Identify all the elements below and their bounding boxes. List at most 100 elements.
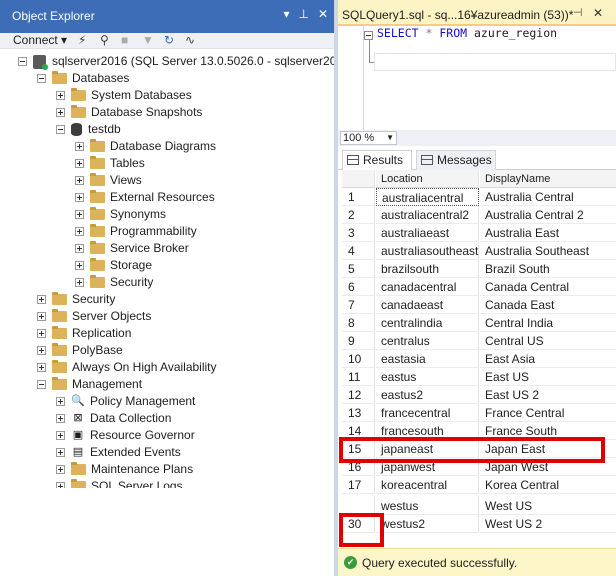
cell-displayname[interactable]: East US 2 bbox=[480, 386, 616, 404]
cell-displayname[interactable]: Australia East bbox=[480, 224, 616, 242]
row-number[interactable]: 5 bbox=[342, 260, 375, 278]
sql-code-line[interactable]: SELECT * FROM azure_region bbox=[377, 26, 557, 40]
row-number[interactable]: 1 bbox=[342, 188, 375, 206]
cell-location[interactable]: japanwest bbox=[376, 458, 479, 476]
table-row[interactable]: 5 brazilsouth Brazil South bbox=[342, 260, 616, 278]
cell-displayname[interactable]: Japan West bbox=[480, 458, 616, 476]
expand-icon[interactable] bbox=[37, 363, 46, 372]
filter-icon[interactable]: ▼ bbox=[142, 33, 154, 47]
stop-icon[interactable]: ■ bbox=[121, 33, 128, 47]
row-number[interactable]: 6 bbox=[342, 278, 375, 296]
cell-location[interactable]: australiasoutheast bbox=[376, 242, 479, 260]
zoom-select[interactable]: 100 % ▼ bbox=[340, 131, 397, 145]
tree-node[interactable]: 🔍 Policy Management bbox=[56, 393, 195, 410]
row-number-header[interactable] bbox=[342, 170, 375, 188]
expand-icon[interactable] bbox=[56, 448, 65, 457]
cell-location[interactable]: francecentral bbox=[376, 404, 479, 422]
cell-displayname[interactable]: Canada East bbox=[480, 296, 616, 314]
refresh-icon[interactable]: ↻ bbox=[164, 33, 174, 47]
tree-node[interactable]: Database Snapshots bbox=[56, 104, 202, 121]
cell-displayname[interactable]: Australia Southeast bbox=[480, 242, 616, 260]
row-number[interactable]: 3 bbox=[342, 224, 375, 242]
activity-icon[interactable]: ∿ bbox=[185, 33, 195, 47]
tree-node[interactable]: Server Objects bbox=[37, 308, 151, 325]
tree-node[interactable]: Views bbox=[75, 172, 142, 189]
column-header-displayname[interactable]: DisplayName bbox=[480, 170, 616, 188]
tree-node[interactable]: Replication bbox=[37, 325, 131, 342]
expand-icon[interactable] bbox=[75, 142, 84, 151]
row-number[interactable]: 2 bbox=[342, 206, 375, 224]
cell-displayname[interactable]: Australia Central 2 bbox=[480, 206, 616, 224]
expand-icon[interactable] bbox=[37, 329, 46, 338]
close-icon[interactable]: ✕ bbox=[593, 6, 603, 20]
table-row[interactable]: 9 centralus Central US bbox=[342, 332, 616, 350]
expand-icon[interactable] bbox=[75, 278, 84, 287]
row-number[interactable]: 9 bbox=[342, 332, 375, 350]
tree-node[interactable]: PolyBase bbox=[37, 342, 123, 359]
row-number[interactable]: 14 bbox=[342, 422, 375, 440]
cell-displayname[interactable]: West US bbox=[480, 497, 616, 515]
column-header-location[interactable]: Location bbox=[376, 170, 479, 188]
cell-displayname[interactable]: East US bbox=[480, 368, 616, 386]
table-row[interactable]: 12 eastus2 East US 2 bbox=[342, 386, 616, 404]
tree-node[interactable]: Storage bbox=[75, 257, 152, 274]
cell-location[interactable]: eastus bbox=[376, 368, 479, 386]
expand-icon[interactable] bbox=[37, 295, 46, 304]
collapse-icon[interactable] bbox=[37, 380, 46, 389]
tree-node[interactable]: Maintenance Plans bbox=[56, 461, 193, 478]
expand-icon[interactable] bbox=[75, 159, 84, 168]
row-number[interactable]: 30 bbox=[342, 515, 375, 533]
row-number[interactable]: 11 bbox=[342, 368, 375, 386]
row-number[interactable] bbox=[342, 497, 375, 515]
table-row[interactable]: 13 francecentral France Central bbox=[342, 404, 616, 422]
expand-icon[interactable] bbox=[75, 227, 84, 236]
tree-node[interactable]: Database Diagrams bbox=[75, 138, 216, 155]
pin-icon[interactable]: ⊥ bbox=[298, 7, 308, 21]
cell-location[interactable]: westus2 bbox=[376, 515, 479, 533]
row-number[interactable]: 4 bbox=[342, 242, 375, 260]
row-number[interactable]: 16 bbox=[342, 458, 375, 476]
tree-node[interactable]: Security bbox=[37, 291, 115, 308]
tree-node[interactable]: ▤ Extended Events bbox=[56, 444, 181, 461]
table-row[interactable]: 3 australiaeast Australia East bbox=[342, 224, 616, 242]
close-icon[interactable]: ✕ bbox=[318, 7, 328, 21]
tree-node[interactable]: ▣ Resource Governor bbox=[56, 427, 195, 444]
disconnect-icon[interactable]: ⚲ bbox=[100, 33, 109, 47]
table-row[interactable]: 17 koreacentral Korea Central bbox=[342, 476, 616, 494]
expand-icon[interactable] bbox=[37, 346, 46, 355]
collapse-icon[interactable] bbox=[18, 57, 27, 66]
collapse-icon[interactable] bbox=[56, 125, 65, 134]
expand-icon[interactable] bbox=[75, 244, 84, 253]
row-number[interactable]: 12 bbox=[342, 386, 375, 404]
tree-node[interactable]: External Resources bbox=[75, 189, 215, 206]
tree-node[interactable]: Service Broker bbox=[75, 240, 189, 257]
cell-location[interactable]: centralindia bbox=[376, 314, 479, 332]
table-row[interactable]: 4 australiasoutheast Australia Southeast bbox=[342, 242, 616, 260]
expand-icon[interactable] bbox=[56, 414, 65, 423]
tree-node[interactable]: Tables bbox=[75, 155, 145, 172]
cell-displayname[interactable]: West US 2 bbox=[480, 515, 616, 533]
cell-location[interactable]: eastasia bbox=[376, 350, 479, 368]
connect-button[interactable]: Connect ▾ bbox=[13, 33, 67, 47]
row-number[interactable]: 17 bbox=[342, 476, 375, 494]
expand-icon[interactable] bbox=[75, 210, 84, 219]
table-row[interactable]: 2 australiacentral2 Australia Central 2 bbox=[342, 206, 616, 224]
table-row[interactable]: 11 eastus East US bbox=[342, 368, 616, 386]
cell-displayname[interactable]: East Asia bbox=[480, 350, 616, 368]
pin-icon[interactable]: ⊣ bbox=[573, 6, 583, 19]
query-tab[interactable]: SQLQuery1.sql - sq...16¥azureadmin (53))… bbox=[338, 0, 616, 26]
cell-location[interactable]: australiacentral bbox=[376, 188, 479, 206]
row-number[interactable]: 15 bbox=[342, 440, 375, 458]
cell-location[interactable]: koreacentral bbox=[376, 476, 479, 494]
expand-icon[interactable] bbox=[56, 108, 65, 117]
expand-icon[interactable] bbox=[37, 312, 46, 321]
cell-displayname[interactable]: Central India bbox=[480, 314, 616, 332]
expand-icon[interactable] bbox=[75, 261, 84, 270]
expand-icon[interactable] bbox=[56, 91, 65, 100]
cell-displayname[interactable]: Brazil South bbox=[480, 260, 616, 278]
tree-node[interactable]: System Databases bbox=[56, 87, 192, 104]
cell-location[interactable]: canadaeast bbox=[376, 296, 479, 314]
tree-node[interactable]: testdb bbox=[56, 121, 121, 138]
row-number[interactable]: 13 bbox=[342, 404, 375, 422]
cell-displayname[interactable]: France South bbox=[480, 422, 616, 440]
